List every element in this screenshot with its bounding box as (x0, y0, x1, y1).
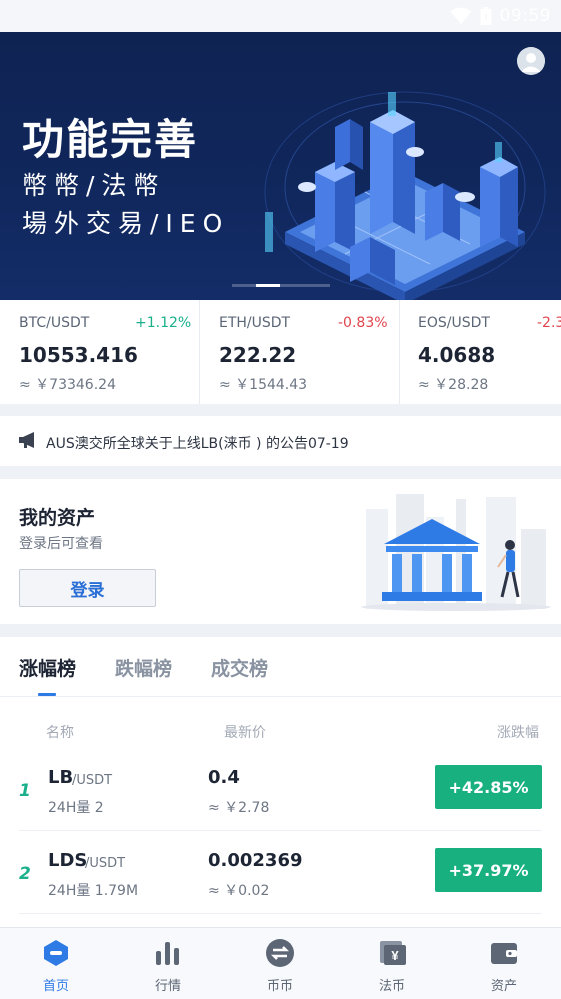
row-volume: 24H量 2 (48, 800, 104, 816)
banner-pagination-active (256, 284, 280, 287)
row-quote: /USDT (85, 856, 126, 871)
app-screen: ! 09:59 功能完善 幣幣/法幣 場外交易/IEO BTC/USDT +1.… (0, 0, 561, 999)
ticker-change: -0.83% (338, 315, 388, 331)
city-illustration (264, 91, 546, 300)
avatar[interactable] (517, 47, 545, 75)
column-change: 涨跌幅 (497, 725, 539, 741)
ticker-eth[interactable]: ETH/USDT -0.83% 222.22 ≈ ￥1544.43 (200, 300, 400, 404)
nav-home[interactable]: 首页 (0, 928, 112, 999)
wifi-icon (450, 7, 471, 24)
ticker-pair: EOS/USDT (418, 315, 490, 331)
row-price-cny: ≈ ￥0.02 (208, 883, 270, 899)
ticker-price: 222.22 (219, 343, 297, 367)
svg-text:¥: ¥ (391, 948, 399, 963)
nav-label: 法币 (378, 979, 405, 994)
promo-banner[interactable]: 功能完善 幣幣/法幣 場外交易/IEO (0, 32, 561, 300)
megaphone-icon (19, 432, 34, 448)
tab-volume[interactable]: 成交榜 (211, 654, 268, 681)
banner-subtitle-1: 幣幣/法幣 (22, 171, 166, 200)
exchange-icon (266, 939, 294, 967)
fiat-icon: ¥ (380, 941, 406, 965)
bottom-nav: 首页 行情 币币 ¥ 法币 资产 (0, 927, 561, 999)
assets-title: 我的资产 (19, 507, 96, 529)
ticker-btc[interactable]: BTC/USDT +1.12% 10553.416 ≈ ￥73346.24 (0, 300, 200, 404)
ticker-cny: ≈ ￥28.28 (418, 377, 489, 393)
status-time: 09:59 (499, 6, 551, 26)
row-rank: 2 (19, 864, 31, 884)
ticker-change: -2.3 (537, 315, 561, 331)
ticker-price: 10553.416 (19, 343, 138, 367)
ranking-tabs: 涨幅榜 跌幅榜 成交榜 (0, 637, 561, 697)
announcement-bar[interactable]: AUS澳交所全球关于上线LB(涞币 ) 的公告07-19 (0, 416, 561, 466)
wallet-icon (491, 943, 517, 964)
table-row[interactable]: 2 LDS /USDT 24H量 1.79M 0.002369 ≈ ￥0.02 … (0, 831, 561, 914)
nav-label: 首页 (42, 979, 69, 994)
ticker-change: +1.12% (135, 315, 192, 331)
nav-spot[interactable]: 币币 (224, 928, 336, 999)
column-name: 名称 (46, 725, 74, 741)
ticker-strip: BTC/USDT +1.12% 10553.416 ≈ ￥73346.24 ET… (0, 300, 561, 404)
nav-label: 行情 (154, 979, 181, 994)
ticker-cny: ≈ ￥1544.43 (219, 377, 308, 393)
svg-text:!: ! (484, 13, 487, 24)
change-badge[interactable]: +37.97% (435, 848, 542, 892)
banner-pagination (232, 284, 330, 287)
user-icon (517, 47, 545, 75)
bank-illustration (361, 494, 551, 611)
assets-subtitle: 登录后可查看 (19, 536, 103, 552)
my-assets-card: 我的资产 登录后可查看 登录 (0, 479, 561, 624)
row-quote: /USDT (72, 773, 113, 788)
row-price: 0.4 (208, 767, 240, 788)
banner-subtitle-2: 場外交易/IEO (22, 209, 230, 238)
status-bar: ! 09:59 (0, 0, 561, 32)
home-icon (44, 940, 68, 966)
banner-title: 功能完善 (22, 115, 199, 164)
battery-icon: ! (480, 7, 491, 25)
row-price: 0.002369 (208, 850, 303, 871)
nav-assets[interactable]: 资产 (448, 928, 560, 999)
row-symbol: LB (48, 767, 74, 788)
row-price-cny: ≈ ￥2.78 (208, 800, 270, 816)
tab-losers[interactable]: 跌幅榜 (115, 654, 172, 681)
nav-label: 资产 (490, 979, 517, 994)
announcement-text: AUS澳交所全球关于上线LB(涞币 ) 的公告07-19 (46, 436, 349, 452)
ticker-eos[interactable]: EOS/USDT -2.3 4.0688 ≈ ￥28.28 (399, 300, 561, 404)
login-button[interactable]: 登录 (19, 569, 156, 607)
ticker-price: 4.0688 (418, 343, 496, 367)
tab-gainers[interactable]: 涨幅榜 (19, 654, 76, 681)
row-volume: 24H量 1.79M (48, 883, 139, 899)
ticker-cny: ≈ ￥73346.24 (19, 377, 116, 393)
tab-active-indicator (38, 693, 56, 696)
row-rank: 1 (19, 781, 31, 801)
ranking-section: 涨幅榜 跌幅榜 成交榜 名称 最新价 涨跌幅 1 LB /USDT 24H量 2… (0, 637, 561, 927)
row-symbol: LDS (48, 850, 88, 871)
market-bars-icon (156, 942, 179, 965)
nav-market[interactable]: 行情 (112, 928, 224, 999)
nav-label: 币币 (266, 979, 293, 994)
nav-fiat[interactable]: ¥ 法币 (336, 928, 448, 999)
table-row[interactable]: 1 LB /USDT 24H量 2 0.4 ≈ ￥2.78 +42.85% (0, 748, 561, 831)
ticker-pair: ETH/USDT (219, 315, 291, 331)
change-badge[interactable]: +42.85% (435, 765, 542, 809)
column-price: 最新价 (224, 725, 266, 741)
row-divider (19, 913, 542, 914)
ticker-pair: BTC/USDT (19, 315, 90, 331)
